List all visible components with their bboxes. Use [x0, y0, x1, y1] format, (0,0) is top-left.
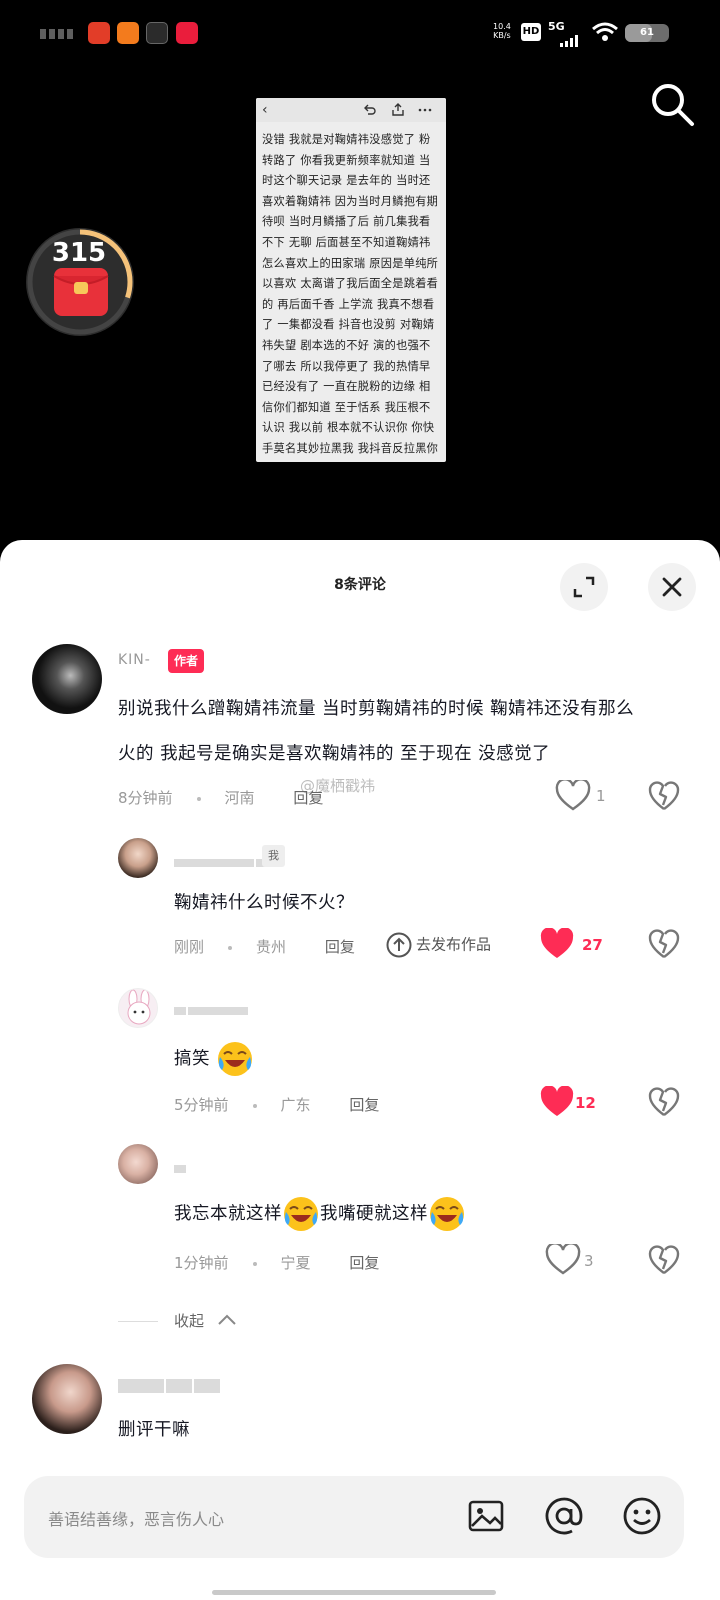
comment-text-part-1: 我忘本就这样 — [174, 1204, 282, 1224]
comment-meta: 8分钟前 河南 回复 — [118, 787, 323, 808]
dislike-icon[interactable] — [648, 928, 680, 960]
reply-button[interactable]: 回复 — [349, 1096, 379, 1114]
like-icon-filled[interactable] — [539, 928, 575, 960]
username-blurred[interactable] — [174, 852, 268, 867]
expand-icon — [573, 576, 595, 598]
avatar[interactable] — [32, 1364, 102, 1434]
reply-button[interactable]: 回复 — [293, 789, 323, 807]
comment-count-title: 8条评论 — [334, 577, 386, 593]
dislike-icon[interactable] — [648, 1086, 680, 1118]
avatar[interactable] — [118, 1144, 158, 1184]
comment-input-bar[interactable]: 善语结善缘，恶言伤人心 — [24, 1476, 684, 1558]
like-count: 27 — [582, 936, 603, 954]
status-time-blurred — [40, 24, 78, 39]
document-share-icon — [392, 103, 404, 116]
comment-meta: 5分钟前 广东 回复 — [174, 1094, 379, 1115]
like-count: 12 — [575, 1094, 596, 1112]
collapse-replies-button[interactable]: 收起 — [118, 1310, 237, 1331]
document-toolbar: ‹ — [256, 98, 446, 122]
username-blurred[interactable] — [174, 1158, 188, 1173]
divider — [118, 1321, 158, 1322]
app-icon-4 — [176, 22, 198, 44]
close-icon — [662, 577, 682, 597]
comment-time: 刚刚 — [174, 938, 205, 956]
comment-time: 5分钟前 — [174, 1096, 229, 1114]
comment-location: 贵州 — [256, 938, 287, 956]
comment-location: 河南 — [224, 789, 255, 807]
dislike-icon[interactable] — [648, 780, 680, 812]
status-bar: 10.4 KB/s HD 5G 61 — [0, 0, 720, 64]
collapse-label: 收起 — [174, 1312, 205, 1330]
comment-meta: 1分钟前 宁夏 回复 — [174, 1252, 379, 1273]
network-speed: 10.4 KB/s — [493, 22, 511, 40]
me-tag: 我 — [262, 845, 285, 867]
red-packet-count: 315 — [51, 238, 107, 268]
rabbit-avatar-icon — [127, 989, 151, 1025]
emoji-icon[interactable] — [620, 1494, 664, 1538]
comment-text: 搞笑 — [174, 1040, 254, 1078]
comment-input[interactable]: 善语结善缘，恶言伤人心 — [48, 1506, 224, 1530]
document-undo-icon — [364, 104, 376, 115]
cry-laugh-emoji — [284, 1197, 318, 1231]
signal-icon — [560, 28, 580, 47]
author-tag: 作者 — [168, 649, 205, 673]
red-packet-timer[interactable]: 315 — [24, 226, 136, 338]
home-indicator[interactable] — [212, 1590, 496, 1595]
battery-indicator: 61 — [625, 24, 669, 42]
battery-level: 61 — [640, 27, 654, 38]
cry-laugh-emoji — [218, 1042, 253, 1076]
post-image-document[interactable]: ‹ 没错 我就是对鞠婧祎没感觉了 粉转路了 你看我更新频率就知道 当时这个聊天记… — [256, 98, 446, 462]
close-button[interactable] — [648, 563, 696, 611]
dislike-icon[interactable] — [648, 1244, 680, 1276]
reply-button[interactable]: 回复 — [325, 938, 355, 956]
comment-meta: 刚刚 贵州 回复 — [174, 936, 355, 957]
comment-location: 广东 — [280, 1096, 311, 1114]
document-back-icon: ‹ — [262, 102, 268, 118]
app-icon-3 — [146, 22, 168, 44]
reply-button[interactable]: 回复 — [349, 1254, 379, 1272]
comment-text: 删评干嘛 — [118, 1420, 190, 1440]
avatar[interactable] — [118, 838, 158, 878]
network-speed-value: 10.4 — [493, 22, 511, 31]
expand-button[interactable] — [560, 563, 608, 611]
chevron-up-icon — [218, 1314, 236, 1325]
comment-text-line-1: 别说我什么蹭鞠婧祎流量 当时剪鞠婧祎的时候 鞠婧祎还没有那么 — [118, 699, 635, 719]
like-icon[interactable] — [555, 780, 591, 812]
comment-text-line-2: 火的 我起号是确实是喜欢鞠婧祎的 至于现在 没感觉了 — [118, 744, 551, 764]
comment-text-part-2: 我嘴硬就这样 — [320, 1204, 428, 1224]
comment-text: 我忘本就这样 我嘴硬就这样 — [174, 1195, 466, 1233]
like-count: 1 — [596, 787, 606, 805]
avatar[interactable] — [32, 644, 102, 714]
cry-laugh-emoji — [430, 1197, 464, 1231]
comment-sheet: 8条评论 @魔栖戳祎 KIN- 作者 别说我什么蹭鞠婧祎流量 当时剪鞠婧祎的时候… — [0, 540, 720, 1600]
comment-text: 鞠婧祎什么时候不火？ — [174, 893, 354, 913]
image-icon[interactable] — [464, 1494, 508, 1538]
wifi-icon — [592, 22, 618, 41]
username-blurred[interactable] — [118, 1378, 222, 1393]
upload-arrow-icon — [386, 932, 412, 958]
avatar[interactable] — [118, 988, 158, 1028]
comment-location: 宁夏 — [280, 1254, 311, 1272]
username-blurred[interactable] — [174, 1000, 250, 1015]
app-icon-2 — [117, 22, 139, 44]
network-speed-unit: KB/s — [493, 31, 511, 40]
mention-icon[interactable] — [542, 1494, 586, 1538]
document-text: 没错 我就是对鞠婧祎没感觉了 粉转路了 你看我更新频率就知道 当时这个聊天记录 … — [262, 133, 439, 455]
comment-time: 8分钟前 — [118, 789, 173, 807]
go-publish-label: 去发布作品 — [416, 935, 492, 954]
comment-username[interactable]: KIN- — [118, 652, 151, 668]
like-icon[interactable] — [545, 1244, 581, 1276]
search-icon[interactable] — [648, 80, 696, 128]
go-publish-button[interactable]: 去发布作品 — [386, 932, 491, 958]
hd-badge: HD — [521, 23, 541, 41]
like-icon-filled[interactable] — [539, 1086, 575, 1118]
document-more-icon — [418, 108, 432, 112]
comment-text-body: 搞笑 — [174, 1049, 210, 1069]
comment-time: 1分钟前 — [174, 1254, 229, 1272]
app-icon-1 — [88, 22, 110, 44]
like-count: 3 — [584, 1252, 594, 1270]
